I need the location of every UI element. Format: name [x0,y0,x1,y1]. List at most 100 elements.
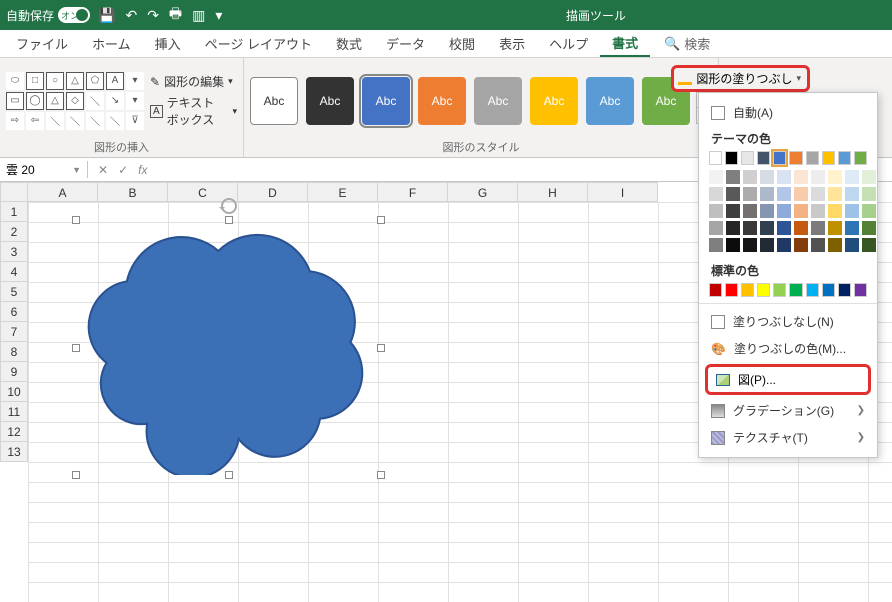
style-item[interactable]: Abc [306,77,354,125]
color-swatch[interactable] [741,151,754,165]
color-swatch[interactable] [854,283,867,297]
color-swatch[interactable] [709,283,722,297]
style-item[interactable]: Abc [362,77,410,125]
tab-insert[interactable]: 挿入 [143,30,193,57]
search-button[interactable]: 🔍 検索 [664,34,710,53]
style-item[interactable]: Abc [586,77,634,125]
style-item[interactable]: Abc [474,77,522,125]
fill-auto-item[interactable]: 自動(A) [699,99,877,126]
resize-handle[interactable] [377,216,385,224]
no-fill-item[interactable]: 塗りつぶしなし(N) [699,308,877,335]
select-all-corner[interactable] [0,182,28,202]
col-header[interactable]: F [378,182,448,202]
search-label: 検索 [684,34,710,53]
color-swatch[interactable] [838,283,851,297]
resize-handle[interactable] [377,471,385,479]
shape-style-gallery[interactable]: Abc Abc Abc Abc Abc Abc Abc Abc [250,77,690,125]
tab-format[interactable]: 書式 [600,30,650,57]
row-header[interactable]: 4 [0,262,28,282]
row-header[interactable]: 6 [0,302,28,322]
color-swatch[interactable] [806,151,819,165]
no-fill-icon [711,315,725,329]
tab-help[interactable]: ヘルプ [537,30,600,57]
color-swatch[interactable] [789,151,802,165]
color-swatch[interactable] [709,151,722,165]
more-colors-item[interactable]: 🎨 塗りつぶしの色(M)... [699,335,877,362]
col-header[interactable]: G [448,182,518,202]
style-item[interactable]: Abc [418,77,466,125]
resize-handle[interactable] [225,471,233,479]
color-swatch[interactable] [773,283,786,297]
enter-icon[interactable]: ✓ [118,163,128,177]
textbox-button[interactable]: A テキスト ボックス▾ [150,94,237,128]
rotate-handle[interactable] [221,198,237,214]
tab-formula[interactable]: 数式 [324,30,374,57]
row-header[interactable]: 7 [0,322,28,342]
picture-fill-item[interactable]: 図(P)... [705,364,871,395]
row-header[interactable]: 3 [0,242,28,262]
tab-file[interactable]: ファイル [4,30,80,57]
shape-fill-label: 図形の塗りつぶし [696,70,792,87]
col-header[interactable]: E [308,182,378,202]
row-header[interactable]: 9 [0,362,28,382]
shapes-gallery[interactable]: ⬭□○△⬠A▾ ▭◯△◇＼↘▾ ⇨⇦＼＼＼＼⊽ [6,72,144,130]
row-header[interactable]: 8 [0,342,28,362]
col-header[interactable]: H [518,182,588,202]
color-swatch[interactable] [806,283,819,297]
resize-handle[interactable] [225,216,233,224]
cancel-icon[interactable]: ✕ [98,163,108,177]
resize-handle[interactable] [72,344,80,352]
tab-data[interactable]: データ [374,30,437,57]
row-header[interactable]: 5 [0,282,28,302]
col-header[interactable]: D [238,182,308,202]
chevron-down-icon: ▾ [796,73,801,84]
row-header[interactable]: 12 [0,422,28,442]
gradient-icon [711,404,725,418]
autosave-toggle[interactable]: オン [58,7,90,23]
fill-bucket-icon [678,73,692,85]
color-swatch[interactable] [854,151,867,165]
tab-layout[interactable]: ページ レイアウト [193,30,324,57]
redo-icon[interactable]: ↷ [147,7,159,24]
row-header[interactable]: 10 [0,382,28,402]
save-icon[interactable]: 💾 [98,7,115,24]
gradient-item[interactable]: グラデーション(G) ❯ [699,397,877,424]
color-swatch[interactable] [822,151,835,165]
chart-icon[interactable]: ▥ [192,7,205,24]
color-swatch[interactable] [757,283,770,297]
undo-icon[interactable]: ↶ [125,7,137,24]
resize-handle[interactable] [72,471,80,479]
color-swatch[interactable] [822,283,835,297]
edit-shape-button[interactable]: ✎ 図形の編集▾ [150,73,237,90]
col-header[interactable]: B [98,182,168,202]
style-item[interactable]: Abc [530,77,578,125]
resize-handle[interactable] [377,344,385,352]
color-swatch[interactable] [789,283,802,297]
chevron-down-icon: ▾ [232,106,237,117]
color-swatch[interactable] [838,151,851,165]
tab-home[interactable]: ホーム [80,30,143,57]
resize-handle[interactable] [72,216,80,224]
print-icon[interactable]: 🖶 [169,3,182,27]
color-swatch[interactable] [741,283,754,297]
row-header[interactable]: 13 [0,442,28,462]
color-swatch-selected[interactable] [773,151,786,165]
color-swatch[interactable] [757,151,770,165]
color-swatch[interactable] [725,151,738,165]
qat-more-icon[interactable]: ▾ [215,7,222,24]
col-header[interactable]: A [28,182,98,202]
chevron-down-icon: ▼ [72,165,81,175]
fx-icon[interactable]: fx [138,163,147,177]
style-item[interactable]: Abc [250,77,298,125]
row-header[interactable]: 11 [0,402,28,422]
selected-cloud-shape[interactable] [76,220,381,475]
texture-item[interactable]: テクスチャ(T) ❯ [699,424,877,451]
row-header[interactable]: 2 [0,222,28,242]
name-box[interactable]: 雲 20 ▼ [0,161,88,178]
tab-view[interactable]: 表示 [487,30,537,57]
shape-fill-dropdown-button[interactable]: 図形の塗りつぶし ▾ [671,65,810,92]
col-header[interactable]: I [588,182,658,202]
row-header[interactable]: 1 [0,202,28,222]
color-swatch[interactable] [725,283,738,297]
tab-review[interactable]: 校閲 [437,30,487,57]
